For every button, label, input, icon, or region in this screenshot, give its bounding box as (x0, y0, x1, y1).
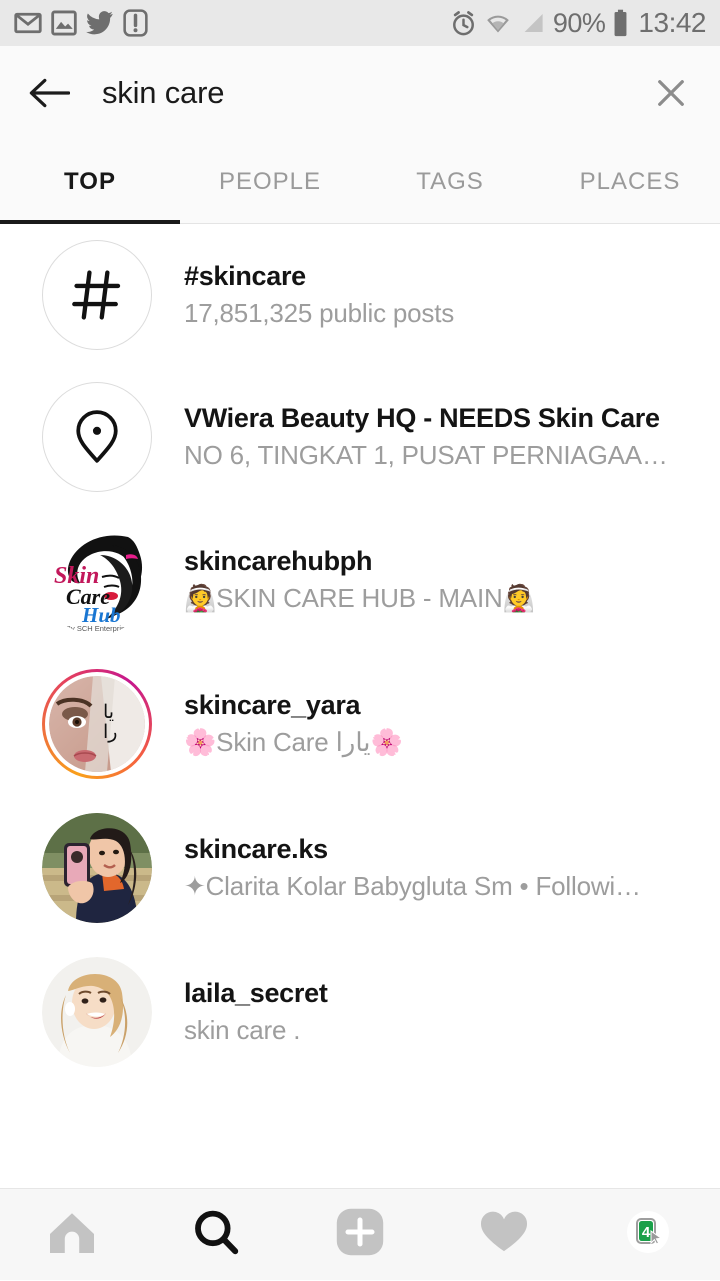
result-subtitle: NO 6, TINGKAT 1, PUSAT PERNIAGAA… (184, 440, 668, 471)
result-text: skincarehubph 👰SKIN CARE HUB - MAIN👰 (184, 546, 555, 614)
signal-icon (519, 10, 546, 36)
result-title: #skincare (184, 261, 454, 292)
result-title: skincare_yara (184, 690, 403, 721)
nav-profile[interactable]: 4 (576, 1189, 720, 1281)
clear-search-button[interactable] (648, 70, 694, 116)
avatar: Skin Care Hub By SCH Enterprise (42, 525, 152, 635)
result-title: laila_secret (184, 978, 328, 1009)
result-row-place[interactable]: VWiera Beauty HQ - NEEDS Skin Care NO 6,… (0, 366, 720, 508)
avatar (42, 240, 152, 350)
battery-icon (612, 9, 629, 37)
result-text: skincare.ks ✦Clarita Kolar Babygluta Sm … (184, 834, 661, 902)
tab-places[interactable]: PLACES (540, 140, 720, 223)
result-text: VWiera Beauty HQ - NEEDS Skin Care NO 6,… (184, 403, 688, 471)
search-tabs: TOP PEOPLE TAGS PLACES (0, 140, 720, 224)
back-button[interactable] (26, 70, 72, 116)
tab-places-label: PLACES (580, 168, 681, 196)
result-row-account-laila-secret[interactable]: laila_secret skin care . (0, 940, 720, 1084)
avatar-with-story-ring[interactable]: يا را (42, 669, 152, 779)
nav-home[interactable] (0, 1189, 144, 1281)
email-icon (14, 9, 42, 37)
activity-heart-icon (479, 1209, 529, 1260)
avatar (42, 813, 152, 923)
result-subtitle: 17,851,325 public posts (184, 298, 454, 329)
avatar (42, 382, 152, 492)
nav-add-post[interactable] (288, 1189, 432, 1281)
tab-tags-label: TAGS (416, 168, 484, 196)
skincare-yara-photo: يا را (49, 676, 145, 772)
result-row-account-goclearskincare[interactable]: GO CLEAR Peel - Off Black Mask goclearsk… (0, 1084, 720, 1092)
alarm-icon (450, 10, 477, 37)
status-bar: 90% 13:42 (0, 0, 720, 46)
result-row-account-skincare-yara[interactable]: يا را skincare_yara 🌸Skin Care يارا🌸 (0, 652, 720, 796)
result-title: VWiera Beauty HQ - NEEDS Skin Care (184, 403, 668, 434)
tab-top-label: TOP (64, 168, 116, 196)
clock-label: 13:42 (638, 7, 706, 39)
svg-text:By SCH Enterprise: By SCH Enterprise (66, 624, 129, 633)
nav-search[interactable] (144, 1189, 288, 1281)
search-bar (0, 46, 720, 140)
svg-text:را: را (103, 722, 117, 743)
nav-activity[interactable] (432, 1189, 576, 1281)
skincarehubph-logo: Skin Care Hub By SCH Enterprise (42, 525, 152, 635)
search-input[interactable] (98, 75, 622, 111)
profile-avatar-icon: 4 (626, 1210, 670, 1259)
search-icon (192, 1208, 240, 1261)
result-row-hashtag[interactable]: #skincare 17,851,325 public posts (0, 224, 720, 366)
tab-top[interactable]: TOP (0, 140, 180, 223)
status-bar-right: 90% 13:42 (450, 7, 706, 39)
alert-app-icon (123, 9, 148, 37)
add-post-icon (334, 1206, 386, 1263)
result-text: laila_secret skin care . (184, 978, 348, 1046)
result-title: skincarehubph (184, 546, 535, 577)
home-icon (46, 1208, 98, 1261)
twitter-icon (86, 10, 114, 36)
svg-text:4: 4 (642, 1224, 651, 1241)
result-subtitle: skin care . (184, 1015, 328, 1046)
laila-secret-photo (42, 957, 152, 1067)
search-results-list[interactable]: #skincare 17,851,325 public posts VWiera… (0, 224, 720, 1092)
result-title: skincare.ks (184, 834, 641, 865)
location-pin-icon (42, 382, 152, 492)
result-text: #skincare 17,851,325 public posts (184, 261, 474, 329)
tab-people-label: PEOPLE (219, 168, 321, 196)
result-subtitle: 👰SKIN CARE HUB - MAIN👰 (184, 583, 535, 614)
story-ring-inner: يا را (45, 672, 149, 776)
skincare-ks-photo (42, 813, 152, 923)
result-text: skincare_yara 🌸Skin Care يارا🌸 (184, 690, 423, 758)
tab-people[interactable]: PEOPLE (180, 140, 360, 223)
result-subtitle: 🌸Skin Care يارا🌸 (184, 727, 403, 758)
wifi-icon (484, 10, 512, 36)
story-ring: يا را (42, 669, 152, 779)
hashtag-icon (42, 240, 152, 350)
battery-percent-label: 90% (553, 8, 606, 39)
bottom-navigation-bar: 4 (0, 1188, 720, 1280)
svg-text:يا: يا (103, 702, 114, 723)
avatar (42, 957, 152, 1067)
status-bar-left (14, 9, 148, 37)
gallery-icon (51, 9, 77, 37)
tab-tags[interactable]: TAGS (360, 140, 540, 223)
result-subtitle: ✦Clarita Kolar Babygluta Sm • Followi… (184, 871, 641, 902)
result-row-account-skincarehubph[interactable]: Skin Care Hub By SCH Enterprise skincare… (0, 508, 720, 652)
result-row-account-skincare-ks[interactable]: skincare.ks ✦Clarita Kolar Babygluta Sm … (0, 796, 720, 940)
